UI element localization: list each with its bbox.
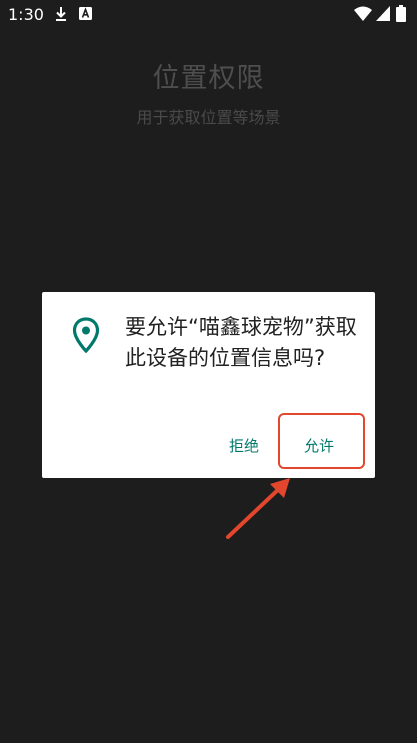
wifi-icon (354, 6, 372, 21)
battery-icon (396, 5, 406, 22)
status-time: 1:30 (8, 5, 44, 24)
allow-highlight-box (278, 413, 365, 469)
download-icon (56, 7, 66, 21)
signal-icon (376, 6, 390, 21)
page-subtitle: 用于获取位置等场景 (136, 108, 281, 127)
status-bar: 1:30 (0, 0, 417, 30)
location-pin-icon (72, 317, 100, 353)
dialog-message: 要允许“喵鑫球宠物”获取此设备的位置信息吗? (125, 315, 357, 370)
page-title: 位置权限 (152, 63, 265, 94)
a-icon (79, 7, 92, 20)
deny-button[interactable]: 拒绝 (229, 435, 259, 456)
pointer-arrow-icon (226, 478, 290, 539)
